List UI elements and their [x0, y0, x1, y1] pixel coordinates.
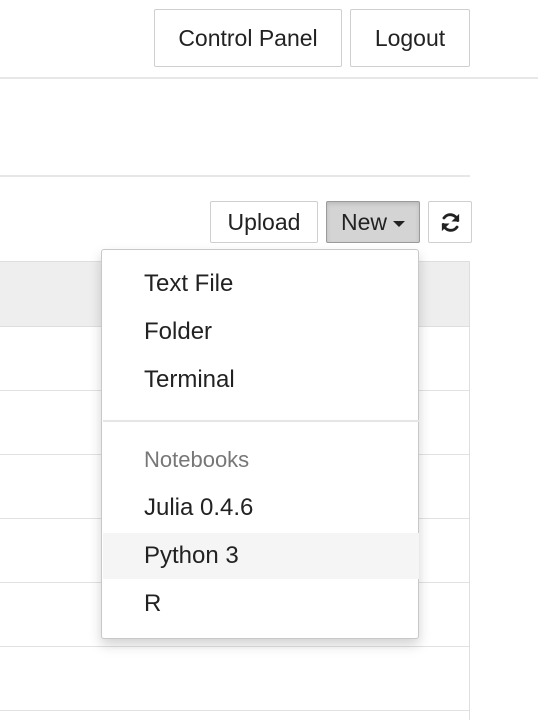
menu-item-julia[interactable]: Julia 0.4.6 [103, 485, 419, 531]
menu-item-folder[interactable]: Folder [103, 309, 419, 355]
menu-divider [103, 420, 419, 422]
control-panel-button[interactable]: Control Panel [154, 9, 342, 67]
refresh-button[interactable] [428, 201, 472, 243]
table-row [0, 710, 469, 711]
table-row [0, 646, 469, 647]
refresh-icon [441, 213, 460, 232]
notebooks-header: Notebooks [144, 447, 250, 472]
jupyter-page: Control Panel Logout Upload New Text Fil… [0, 0, 538, 720]
upload-button[interactable]: Upload [210, 201, 318, 243]
new-button-label: New [340, 209, 387, 235]
new-dropdown-menu: Text File Folder Terminal Notebooks Juli… [101, 249, 419, 639]
menu-item-text-file[interactable]: Text File [103, 261, 419, 307]
section-divider [0, 175, 470, 177]
menu-item-python3[interactable]: Python 3 [103, 533, 419, 579]
logout-button[interactable]: Logout [350, 9, 470, 67]
header-divider [0, 77, 538, 79]
new-dropdown-button[interactable]: New [326, 201, 420, 243]
menu-item-r[interactable]: R [103, 581, 419, 627]
caret-down-icon [393, 220, 405, 227]
menu-item-terminal[interactable]: Terminal [103, 357, 419, 403]
